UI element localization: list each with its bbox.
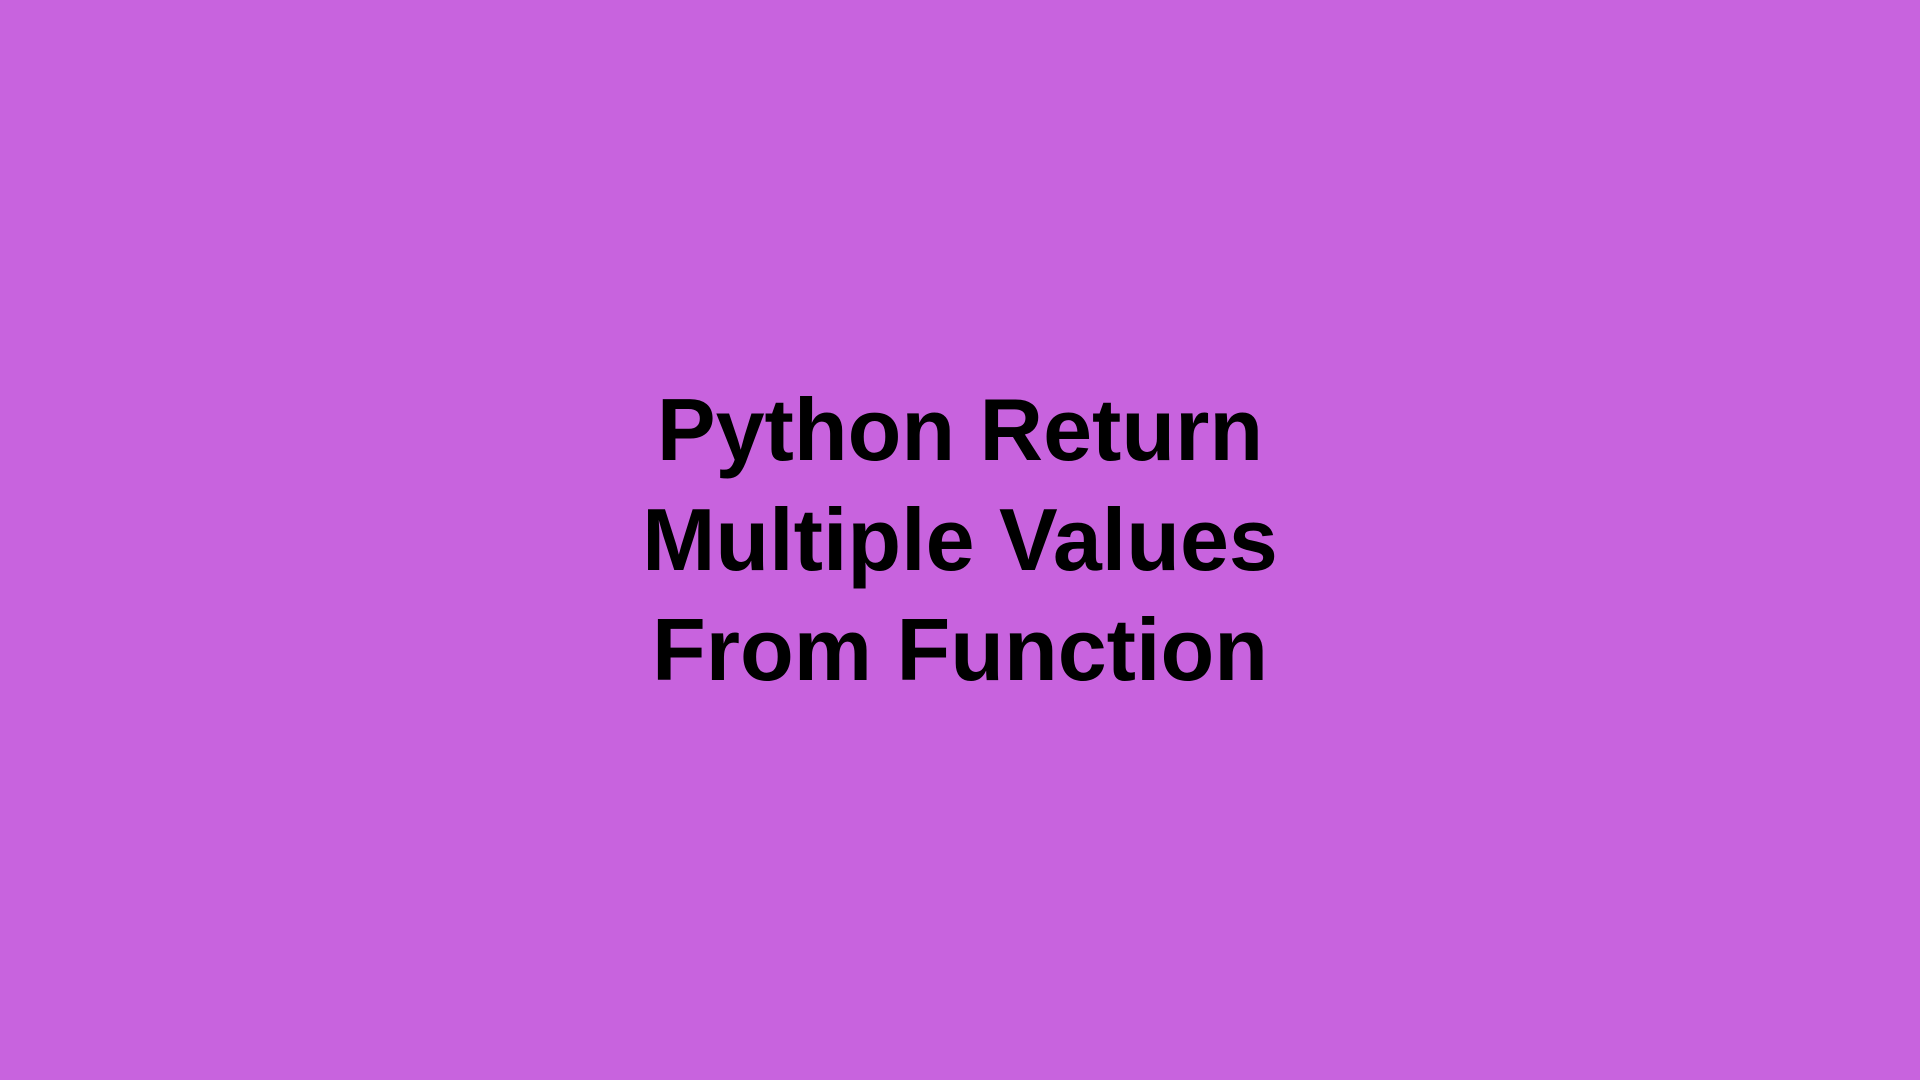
- title-line-1: Python Return: [657, 380, 1263, 479]
- page-title: Python Return Multiple Values From Funct…: [642, 375, 1278, 705]
- title-line-3: From Function: [652, 600, 1268, 699]
- title-line-2: Multiple Values: [642, 490, 1278, 589]
